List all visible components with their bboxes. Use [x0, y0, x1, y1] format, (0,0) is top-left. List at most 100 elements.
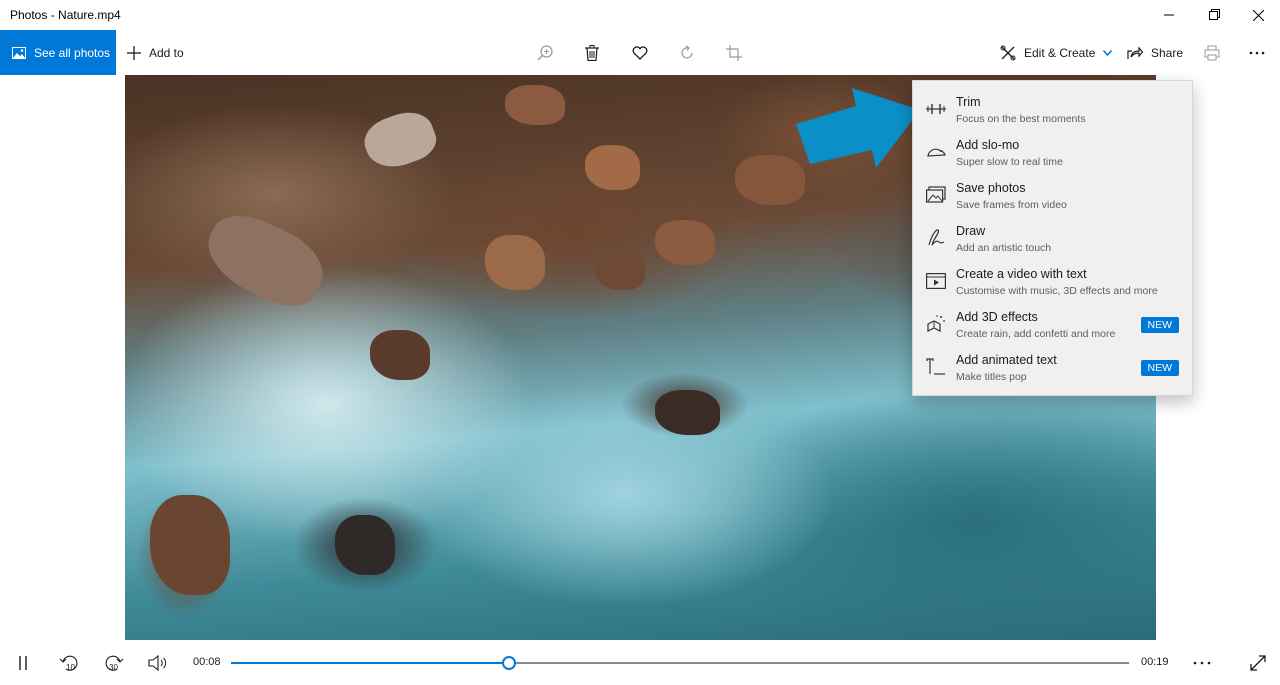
total-time: 00:19	[1141, 656, 1169, 668]
skip-back-label: 10	[66, 663, 75, 672]
rotate-icon	[681, 45, 693, 59]
menu-item-3d-effects[interactable]: Add 3D effects Create rain, add confetti…	[913, 303, 1192, 346]
draw-icon	[925, 227, 947, 249]
rock	[335, 515, 395, 575]
skip-forward-label: 30	[109, 663, 118, 672]
rock	[735, 155, 805, 205]
rock	[595, 250, 645, 290]
print-button[interactable]	[1199, 40, 1225, 66]
menu-item-slo-mo[interactable]: Add slo-mo Super slow to real time	[913, 131, 1192, 174]
volume-button[interactable]	[145, 650, 171, 676]
title-bar: Photos - Nature.mp4	[0, 0, 1280, 30]
new-badge: NEW	[1140, 360, 1179, 376]
menu-item-subtitle: Focus on the best moments	[956, 113, 1086, 125]
delete-button[interactable]	[579, 40, 605, 66]
menu-item-subtitle: Save frames from video	[956, 199, 1067, 211]
zoom-in-icon	[537, 45, 553, 61]
skip-forward-icon: 30	[105, 655, 124, 672]
menu-item-animated-text[interactable]: Add animated text Make titles pop NEW	[913, 346, 1192, 389]
more-icon	[1193, 661, 1211, 665]
menu-item-title: Create a video with text	[956, 267, 1087, 281]
edit-create-icon	[1000, 45, 1016, 60]
add-to-label: Add to	[149, 45, 184, 60]
minimize-button[interactable]	[1146, 0, 1192, 30]
menu-item-title: Trim	[956, 95, 981, 109]
trim-icon	[925, 98, 947, 120]
see-all-photos-label: See all photos	[34, 45, 111, 60]
rock	[195, 202, 335, 318]
close-icon	[1252, 9, 1264, 21]
current-time: 00:08	[193, 656, 221, 668]
heart-icon	[632, 46, 648, 60]
seek-bar-progress	[231, 662, 510, 664]
pointer-arrow-icon	[796, 88, 920, 168]
edit-create-label: Edit & Create	[1024, 45, 1096, 60]
menu-item-save-photos[interactable]: Save photos Save frames from video	[913, 174, 1192, 217]
add-to-button[interactable]: Add to	[127, 30, 184, 75]
share-button[interactable]: Share	[1127, 30, 1183, 75]
menu-item-draw[interactable]: Draw Add an artistic touch	[913, 217, 1192, 260]
share-label: Share	[1151, 45, 1184, 60]
restore-button[interactable]	[1192, 0, 1238, 30]
edit-create-button[interactable]: Edit & Create	[1000, 30, 1113, 75]
rock	[358, 104, 442, 176]
volume-icon	[148, 655, 167, 671]
menu-item-trim[interactable]: Trim Focus on the best moments	[913, 88, 1192, 131]
rotate-button[interactable]	[674, 40, 700, 66]
menu-item-subtitle: Make titles pop	[956, 371, 1027, 383]
toolbar: See all photos Add to Edit & Create Shar…	[0, 30, 1280, 75]
minimize-icon	[1164, 14, 1174, 16]
restore-icon	[1209, 9, 1220, 20]
menu-item-title: Add slo-mo	[956, 138, 1020, 152]
rock	[370, 330, 430, 380]
menu-item-subtitle: Create rain, add confetti and more	[956, 328, 1116, 340]
rock	[585, 145, 640, 190]
new-badge: NEW	[1140, 317, 1179, 333]
close-button[interactable]	[1235, 0, 1280, 30]
fullscreen-icon	[1250, 655, 1266, 671]
rock	[655, 220, 715, 265]
zoom-in-button[interactable]	[532, 40, 558, 66]
rock	[505, 85, 565, 125]
delete-icon	[585, 45, 599, 61]
plus-icon	[127, 45, 141, 60]
player-more-button[interactable]	[1189, 650, 1215, 676]
pause-button[interactable]	[10, 650, 36, 676]
rock	[150, 495, 230, 595]
menu-item-subtitle: Super slow to real time	[956, 156, 1063, 168]
favorite-button[interactable]	[627, 40, 653, 66]
fullscreen-button[interactable]	[1245, 650, 1271, 676]
print-icon	[1204, 45, 1220, 61]
menu-item-subtitle: Add an artistic touch	[956, 242, 1052, 254]
menu-item-subtitle: Customise with music, 3D effects and mor…	[956, 285, 1158, 297]
animated-text-icon	[925, 356, 947, 378]
rock	[655, 390, 720, 435]
chevron-down-icon	[1103, 49, 1113, 56]
menu-item-title: Add 3D effects	[956, 310, 1038, 324]
seek-bar-thumb[interactable]	[502, 656, 517, 670]
skip-back-icon: 10	[59, 655, 78, 672]
seek-bar[interactable]	[231, 656, 1129, 670]
playback-controls: 10 30 00:08 00:19	[0, 640, 1280, 685]
skip-back-button[interactable]: 10	[56, 650, 82, 676]
pause-icon	[19, 656, 27, 670]
rock	[485, 235, 545, 290]
crop-button[interactable]	[721, 40, 747, 66]
menu-item-title: Add animated text	[956, 353, 1057, 367]
more-icon	[1249, 51, 1265, 55]
video-text-icon	[925, 270, 947, 292]
photos-icon	[12, 46, 26, 59]
menu-item-video-text[interactable]: Create a video with text Customise with …	[913, 260, 1192, 303]
slomo-icon	[925, 141, 947, 163]
menu-item-title: Draw	[956, 224, 986, 238]
skip-forward-button[interactable]: 30	[101, 650, 127, 676]
menu-item-title: Save photos	[956, 181, 1026, 195]
window-title: Photos - Nature.mp4	[10, 8, 121, 22]
see-all-photos-button[interactable]: See all photos	[0, 30, 116, 75]
more-options-button[interactable]	[1244, 40, 1270, 66]
edit-create-menu: Trim Focus on the best moments Add slo-m…	[912, 80, 1193, 396]
save-photos-icon	[925, 184, 947, 206]
crop-icon	[726, 45, 742, 61]
3d-effects-icon	[925, 313, 947, 335]
share-icon	[1127, 45, 1143, 59]
